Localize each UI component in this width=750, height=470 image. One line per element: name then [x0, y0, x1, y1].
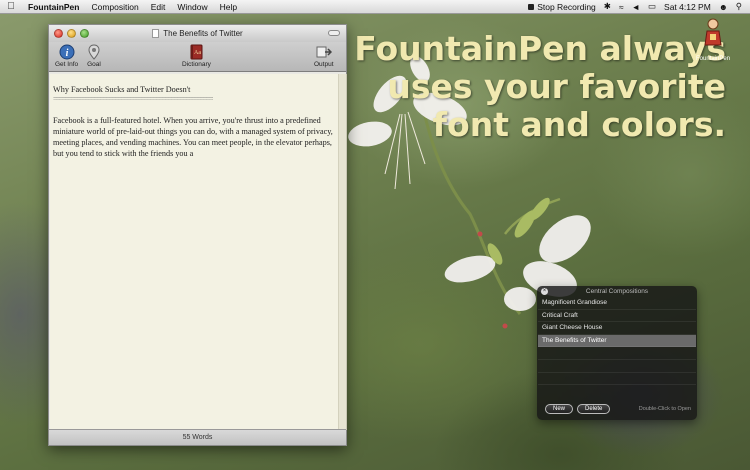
heading-underline: ========================================… [53, 95, 213, 104]
record-icon [528, 3, 535, 10]
window-controls [54, 29, 89, 38]
menu-edit[interactable]: Edit [145, 2, 172, 12]
composition-item[interactable]: Critical Craft [538, 310, 696, 323]
toolbar-toggle-button[interactable] [328, 30, 340, 36]
menu-app[interactable]: FountainPen [22, 2, 85, 12]
menu-bar:  FountainPen Composition Edit Window He… [0, 0, 750, 14]
document-body: Facebook is a full-featured hotel. When … [53, 116, 333, 159]
hud-title: Central Compositions [585, 288, 649, 295]
goal-button[interactable]: Goal [86, 44, 102, 68]
zoom-button[interactable] [80, 29, 89, 38]
document-window: The Benefits of Twitter i Get Info Goal … [48, 24, 347, 446]
vertical-scrollbar[interactable] [338, 74, 346, 430]
window-toolbar: i Get Info Goal Aa Dictionary Output [49, 42, 346, 72]
map-pin-icon [88, 44, 100, 60]
composition-item[interactable]: Magnificent Grandiose [538, 297, 696, 310]
menu-help[interactable]: Help [214, 2, 243, 12]
window-titlebar[interactable]: The Benefits of Twitter [49, 25, 346, 42]
central-compositions-panel: × Central Compositions Magnificent Grand… [537, 286, 697, 420]
word-count-bar: 55 Words [49, 429, 346, 445]
output-label: Output [314, 61, 334, 68]
minimize-button[interactable] [67, 29, 76, 38]
empty-list-row [538, 360, 696, 373]
stop-recording-item[interactable]: Stop Recording [528, 2, 596, 12]
menu-composition[interactable]: Composition [85, 2, 144, 12]
volume-icon[interactable]: ◄ [632, 2, 640, 12]
dictionary-button[interactable]: Aa Dictionary [182, 44, 211, 68]
output-icon [316, 46, 332, 58]
bluetooth-icon[interactable]: ✱ [604, 1, 611, 12]
empty-list-row [538, 373, 696, 386]
composition-list: Magnificent Grandiose Critical Craft Gia… [538, 297, 696, 386]
window-title: The Benefits of Twitter [163, 29, 243, 38]
info-icon: i [59, 44, 75, 60]
get-info-label: Get Info [55, 61, 79, 68]
hud-close-icon[interactable]: × [541, 288, 548, 295]
battery-icon[interactable]: ▭ [648, 1, 656, 12]
goal-label: Goal [87, 61, 101, 68]
open-hint: Double-Click to Open [638, 406, 691, 412]
user-icon[interactable]: ☻ [719, 2, 728, 12]
fountainpen-app-icon[interactable] [701, 17, 725, 47]
svg-text:i: i [65, 48, 68, 59]
word-count: 55 Words [182, 434, 213, 441]
new-composition-button[interactable]: New [545, 404, 574, 414]
document-heading: Why Facebook Sucks and Twitter Doesn't [53, 85, 191, 94]
document-icon [152, 29, 160, 38]
dictionary-label: Dictionary [182, 61, 211, 68]
menu-window[interactable]: Window [171, 2, 213, 12]
svg-text:Aa: Aa [194, 50, 201, 56]
hud-titlebar[interactable]: × Central Compositions [537, 286, 697, 297]
get-info-button[interactable]: i Get Info [55, 44, 78, 68]
wifi-icon[interactable]: ≈ [619, 2, 624, 12]
output-button[interactable]: Output [314, 44, 334, 68]
composition-item-selected[interactable]: The Benefits of Twitter [538, 334, 696, 348]
spotlight-icon[interactable]: ⚲ [736, 1, 742, 12]
menu-extras: Stop Recording ✱ ≈ ◄ ▭ Sat 4:12 PM ☻ ⚲ [528, 1, 750, 12]
app-icon-label: FountainPen [696, 56, 731, 62]
hud-footer: New Delete Double-Click to Open [545, 404, 691, 414]
empty-list-row [538, 347, 696, 360]
document-text-area[interactable]: Why Facebook Sucks and Twitter Doesn't =… [50, 74, 347, 430]
dictionary-icon: Aa [190, 44, 203, 60]
composition-item[interactable]: Giant Cheese House [538, 322, 696, 335]
delete-composition-button[interactable]: Delete [577, 404, 611, 414]
close-button[interactable] [54, 29, 63, 38]
apple-menu-icon[interactable]:  [0, 1, 22, 12]
clock[interactable]: Sat 4:12 PM [664, 2, 711, 12]
